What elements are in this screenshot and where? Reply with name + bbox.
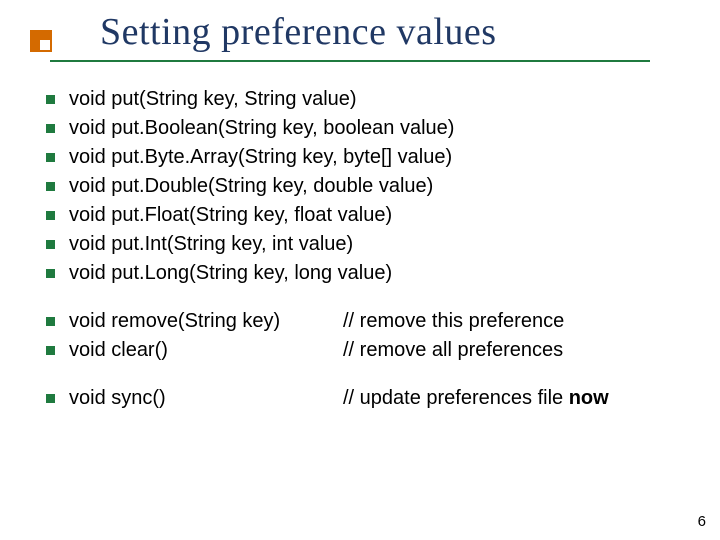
accent-square: [30, 30, 52, 52]
method-text: void put.Int(String key, int value): [69, 231, 353, 257]
body: void put(String key, String value) void …: [46, 86, 686, 433]
line: void remove(String key) // remove this p…: [69, 308, 686, 334]
list-item: void put.Int(String key, int value): [46, 231, 686, 257]
comment-text: // remove all preferences: [343, 337, 563, 363]
title-underline: [50, 60, 650, 62]
list-item: void put.Float(String key, float value): [46, 202, 686, 228]
title-wrap: Setting preference values: [100, 10, 497, 54]
list-item: void put.Long(String key, long value): [46, 260, 686, 286]
method-text: void put.Double(String key, double value…: [69, 173, 433, 199]
method-text: void clear(): [69, 337, 319, 363]
bullet-icon: [46, 95, 55, 104]
comment-text: // update preferences file now: [343, 385, 609, 411]
comment-text: // remove this preference: [343, 308, 564, 334]
list-item: void remove(String key) // remove this p…: [46, 308, 686, 334]
line: void sync() // update preferences file n…: [69, 385, 686, 411]
page-title: Setting preference values: [100, 10, 497, 54]
page-number: 6: [698, 513, 706, 530]
bullet-icon: [46, 394, 55, 403]
list-item: void put.Double(String key, double value…: [46, 173, 686, 199]
list-item: void sync() // update preferences file n…: [46, 385, 686, 411]
method-text: void sync(): [69, 385, 319, 411]
list-item: void put.Byte.Array(String key, byte[] v…: [46, 144, 686, 170]
method-text: void put(String key, String value): [69, 86, 357, 112]
line: void clear() // remove all preferences: [69, 337, 686, 363]
comment-bold: now: [569, 387, 609, 409]
slide: Setting preference values void put(Strin…: [0, 0, 720, 540]
bullet-icon: [46, 317, 55, 326]
list-item: void put(String key, String value): [46, 86, 686, 112]
bullet-icon: [46, 124, 55, 133]
bullet-icon: [46, 211, 55, 220]
comment-prefix: // update preferences file: [343, 387, 569, 409]
bullet-icon: [46, 240, 55, 249]
bullet-icon: [46, 269, 55, 278]
bullet-icon: [46, 153, 55, 162]
list-item: void put.Boolean(String key, boolean val…: [46, 115, 686, 141]
group-remove-clear: void remove(String key) // remove this p…: [46, 308, 686, 363]
method-text: void put.Byte.Array(String key, byte[] v…: [69, 144, 452, 170]
method-text: void remove(String key): [69, 308, 319, 334]
group-sync: void sync() // update preferences file n…: [46, 385, 686, 411]
bullet-icon: [46, 346, 55, 355]
group-put-methods: void put(String key, String value) void …: [46, 86, 686, 286]
method-text: void put.Float(String key, float value): [69, 202, 392, 228]
bullet-icon: [46, 182, 55, 191]
list-item: void clear() // remove all preferences: [46, 337, 686, 363]
method-text: void put.Boolean(String key, boolean val…: [69, 115, 454, 141]
accent-square-inner: [40, 40, 50, 50]
method-text: void put.Long(String key, long value): [69, 260, 392, 286]
